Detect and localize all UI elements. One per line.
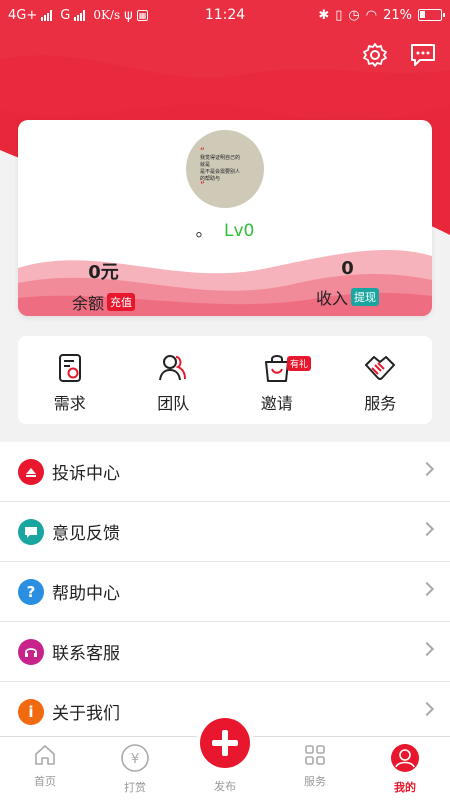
help-icon: ? xyxy=(18,578,44,605)
notification-icon: ▦ xyxy=(136,9,149,21)
menu-feedback[interactable]: 意见反馈 xyxy=(0,502,450,562)
tab-mine[interactable]: 我的 xyxy=(370,743,440,795)
tab-service-label: 服务 xyxy=(304,775,326,788)
home-icon xyxy=(35,745,55,765)
vibrate-icon: ▯ xyxy=(335,7,343,23)
avatar-image-text: “ 我觉得证明自己的 就是 是不是会需要别人 的帮助与 ” xyxy=(200,147,241,191)
tab-home-label: 首页 xyxy=(34,775,56,788)
menu-contact[interactable]: 联系客服 xyxy=(0,622,450,682)
menu-complaint[interactable]: 投诉中心 xyxy=(0,442,450,502)
menu-feedback-label: 意见反馈 xyxy=(52,524,120,544)
balance-value: 0元 xyxy=(88,262,119,283)
withdraw-button[interactable]: 提现 xyxy=(351,288,380,306)
message-icon[interactable] xyxy=(410,42,436,68)
action-team[interactable]: 团队 xyxy=(122,336,226,424)
income-stat[interactable]: 0 收入 提现 xyxy=(316,258,380,309)
menu-help[interactable]: ? 帮助中心 xyxy=(0,562,450,622)
team-icon xyxy=(159,355,187,381)
usb-icon: ψ xyxy=(124,7,133,23)
tab-reward-label: 打赏 xyxy=(124,781,146,794)
menu-complaint-label: 投诉中心 xyxy=(52,464,120,484)
tab-service[interactable]: 服务 xyxy=(280,743,350,789)
balance-stat[interactable]: 0元 余额 充值 xyxy=(72,258,136,314)
info-icon: i xyxy=(18,698,44,725)
alarm-icon: ◷ xyxy=(348,7,360,23)
yuan-icon: ¥ xyxy=(121,744,149,772)
menu-help-label: 帮助中心 xyxy=(52,584,120,604)
network-type-1: 4G+ xyxy=(8,7,38,23)
action-service[interactable]: 服务 xyxy=(329,336,433,424)
action-invite-label: 邀请 xyxy=(260,394,293,413)
chevron-right-icon xyxy=(419,461,435,477)
demand-icon xyxy=(58,354,81,382)
settings-menu: 投诉中心 意见反馈 ? 帮助中心 联系客服 i 关于我们 xyxy=(0,442,450,742)
profile-card: “ 我觉得证明自己的 就是 是不是会需要别人 的帮助与 ” 。 Lv0 0元 余… xyxy=(18,120,432,316)
battery-percent: 21% xyxy=(383,7,412,23)
network-type-2: G xyxy=(60,7,71,23)
tab-home[interactable]: 首页 xyxy=(10,743,80,789)
svg-text:¥: ¥ xyxy=(131,752,139,767)
chevron-right-icon xyxy=(419,581,435,597)
gift-badge: 有礼 xyxy=(287,356,312,371)
bluetooth-icon: ✱ xyxy=(318,7,330,23)
grid-icon xyxy=(305,745,325,765)
chevron-right-icon xyxy=(419,641,435,657)
plus-icon xyxy=(212,730,238,756)
tab-publish-label: 发布 xyxy=(214,780,236,793)
income-label: 收入 xyxy=(316,289,349,308)
user-icon xyxy=(391,744,419,772)
headset-icon xyxy=(18,638,44,665)
chevron-right-icon xyxy=(419,521,435,537)
handshake-icon xyxy=(365,356,396,380)
signal-icon-2 xyxy=(74,9,86,21)
publish-button[interactable] xyxy=(200,718,250,768)
tab-reward[interactable]: ¥ 打赏 xyxy=(100,743,170,795)
recharge-button[interactable]: 充值 xyxy=(107,293,136,311)
menu-about-label: 关于我们 xyxy=(52,704,120,724)
battery-icon xyxy=(418,9,445,21)
action-invite[interactable]: 有礼 邀请 xyxy=(225,336,329,424)
menu-contact-label: 联系客服 xyxy=(52,644,120,664)
action-demand[interactable]: 需求 xyxy=(18,336,122,424)
action-team-label: 团队 xyxy=(157,394,190,413)
complaint-icon xyxy=(18,458,44,485)
quick-actions: 需求 团队 有礼 邀请 服务 xyxy=(18,336,432,424)
status-bar: 4G+ G 0K/s ψ ▦ 11:24 ✱ ▯ ◷ ◠ 21% xyxy=(0,0,450,30)
network-speed: 0K/s xyxy=(93,8,121,22)
signal-icon xyxy=(41,9,53,21)
action-demand-label: 需求 xyxy=(53,394,86,413)
income-value: 0 xyxy=(341,258,354,279)
avatar[interactable]: “ 我觉得证明自己的 就是 是不是会需要别人 的帮助与 ” xyxy=(186,130,264,208)
tab-mine-label: 我的 xyxy=(394,781,416,794)
gear-icon[interactable] xyxy=(362,42,388,68)
balance-label: 余额 xyxy=(72,294,105,313)
chevron-right-icon xyxy=(419,701,435,717)
feedback-icon xyxy=(18,518,44,545)
action-service-label: 服务 xyxy=(364,394,397,413)
wifi-icon: ◠ xyxy=(365,7,378,23)
